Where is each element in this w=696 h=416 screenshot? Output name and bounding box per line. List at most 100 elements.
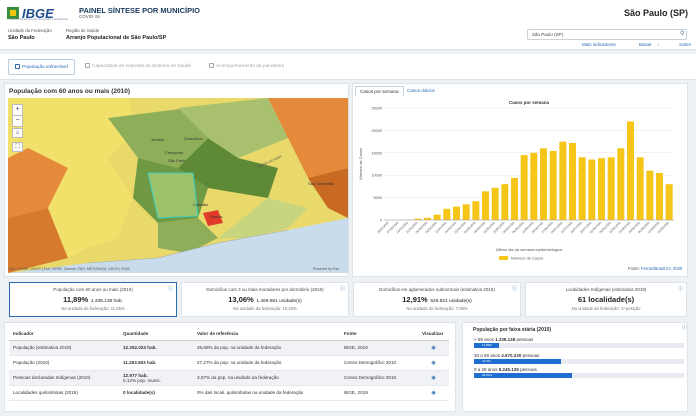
table-row: Pessoas declaradas Indígenas (2010) 12.9… [9,370,449,386]
tab-vulnerable-population[interactable]: População vulnerável [8,59,75,75]
choropleth-map[interactable] [8,98,348,273]
map-zoom-control: + − [12,104,23,127]
zoom-out-button[interactable]: − [13,116,22,126]
view-eye-icon[interactable]: ◉ [418,355,449,371]
bar [598,158,605,220]
info-icon[interactable]: ⓘ [678,285,683,292]
download-link[interactable]: Baixar [639,42,652,47]
cell-source: Censo Demográfico 2010 [340,355,418,371]
kpi-value: 13,06% [228,295,254,304]
search-input[interactable]: São Paulo (SP) [527,29,687,40]
info-icon[interactable]: ⓘ [512,285,517,292]
download-icon[interactable]: ↓ [657,42,659,47]
view-eye-icon[interactable]: ◉ [418,370,449,386]
table-header-row: Indicador Quantidade Valor de referência… [9,327,449,341]
map-label-jundiai: Jundiaí [151,137,164,142]
bar [491,187,499,220]
view-eye-icon[interactable]: ◉ [418,340,449,356]
bar [520,155,528,220]
legend-swatch [499,256,508,260]
map-attribution: Esri, CGIAR, USGS | Esri, HERE, Garmin, … [9,267,130,271]
cell-quantity-sub: 0,12% pop. munic. [123,377,162,383]
bar [530,152,538,220]
uf-label: Unidade da Federação [8,28,52,33]
col-quantity: Quantidade [119,327,193,341]
search-icon[interactable]: ⚲ [680,30,688,38]
bar [627,121,634,220]
zoom-in-button[interactable]: + [13,105,22,116]
cell-quantity: 11.253.503 hab. [119,355,193,371]
map-powered-by: Powered by Esri [313,267,340,271]
app-header: IBGE Instituto Brasileiro de Geografia e… [0,0,696,50]
view-eye-icon[interactable]: ◉ [418,385,449,401]
chart-source-link[interactable]: Ferrari/Brasil.IO, 2020 [641,266,682,271]
tab-weekly-cases[interactable]: Casos por semana [355,86,404,96]
age-count: 1.338.138 [495,337,516,342]
y-tick-label: 25000 [371,107,382,111]
map-label-campinas: Campinas [165,150,184,155]
kpi-note: Na unidade da federação: 11,55% [61,306,125,311]
y-axis-label: Número de Casos [358,148,363,180]
tab-health-capacity[interactable]: Capacidade de resposta do Sistema de Saú… [79,59,197,75]
chart-source: Fonte: Ferrari/Brasil.IO, 2020 [628,266,682,271]
age-bar[interactable]: 11,89% [474,343,499,348]
more-indicators-link[interactable]: Mais indicadores [582,42,616,47]
y-tick-label: 5000 [374,196,382,200]
app-subtitle: COVID-19 [79,14,100,19]
info-icon[interactable]: ⓘ [340,285,345,292]
kpi-extra: 1.469.981 unidade(s) [256,299,302,304]
age-unit: pessoas [522,353,540,358]
y-tick-label: 0 [380,219,382,223]
kpi-title: Localidades Indígenas (estimativa 2019) [565,287,647,292]
age-group-label: > 59 anos 1.338.138 pessoas [474,337,533,342]
kpi-value: 12,91% [402,295,428,304]
bar [443,208,451,220]
weekly-cases-chart: Casos por semana 0 5000 10000 15000 20000 2500… [358,100,674,261]
bar [424,217,431,220]
cell-indicator: Pessoas declaradas Indígenas (2010) [9,370,119,386]
kpi-extra: 1.338.138 hab. [90,299,123,304]
info-icon[interactable]: ⓘ [682,324,693,331]
chart-title: Casos por semana [509,100,550,105]
uf-value: São Paulo [8,35,35,41]
bar [646,170,654,220]
fullscreen-icon[interactable]: ⛶ [12,142,23,152]
kpi-elderly-population[interactable]: ⓘ População com 60 anos ou mais (2010) 1… [9,282,177,317]
bar [482,191,489,220]
bar [578,157,586,220]
kpi-indigenous-localities[interactable]: ⓘ Localidades Indígenas (estimativa 2019… [525,282,687,317]
cell-reference: 3,07% da pop. na unidade da federação [193,370,340,386]
legend-label: Número de Casos [511,256,543,261]
kpi-note: Na unidade da federação: 1ª posição [571,306,641,311]
cell-quantity: 0 localidade(s) [119,385,193,401]
tab-daily-cases[interactable]: Casos diários [403,86,439,95]
cell-reference: 27,27% da pop. na unidade da federação [193,355,340,371]
age-unit: pessoas [520,367,537,372]
cell-source: IBGE, 2019 [340,385,418,401]
bar [540,148,547,220]
age-bar[interactable]: 46,61% [474,373,572,378]
region-label: Região de Saúde [66,28,100,33]
kpi-subnormal-households[interactable]: ⓘ Domicílios em aglomerados subnormais (… [353,282,521,317]
age-bar[interactable]: 41,5% [474,359,561,364]
home-icon[interactable]: ⌂ [12,128,23,138]
age-group-label: 0 a 29 anos 5.245.135 pessoas [474,367,537,372]
kpi-value-line: 61 localidade(s) [526,295,686,304]
map-label-cubatao: Cubatão [193,202,209,207]
y-tick-label: 15000 [371,151,382,155]
bar [511,177,518,220]
map-graphic [8,98,348,273]
tab-pandemic-tracking[interactable]: Acompanhamento da pandemia [203,59,290,75]
kpi-title: População com 60 anos ou mais (2010) [53,287,133,292]
cell-indicator: População (estimativa 2019) [9,340,119,356]
about-link[interactable]: Sobre [679,42,691,47]
bar [549,151,557,220]
table-row: População (estimativa 2019) 12.252.023 h… [9,340,449,356]
map-label-sao-sebastiao: São Sebastião [308,181,335,186]
age-bar-track [474,343,684,348]
table-row: População (2010) 11.253.503 hab. 27,27% … [9,355,449,371]
kpi-crowded-households[interactable]: ⓘ Domicílios com 3 ou mais moradores por… [181,282,349,317]
indicators-table: Indicador Quantidade Valor de referência… [9,327,449,401]
kpi-note: Na unidade da federação: 10,42% [233,306,297,311]
info-icon[interactable]: ⓘ [168,285,173,292]
